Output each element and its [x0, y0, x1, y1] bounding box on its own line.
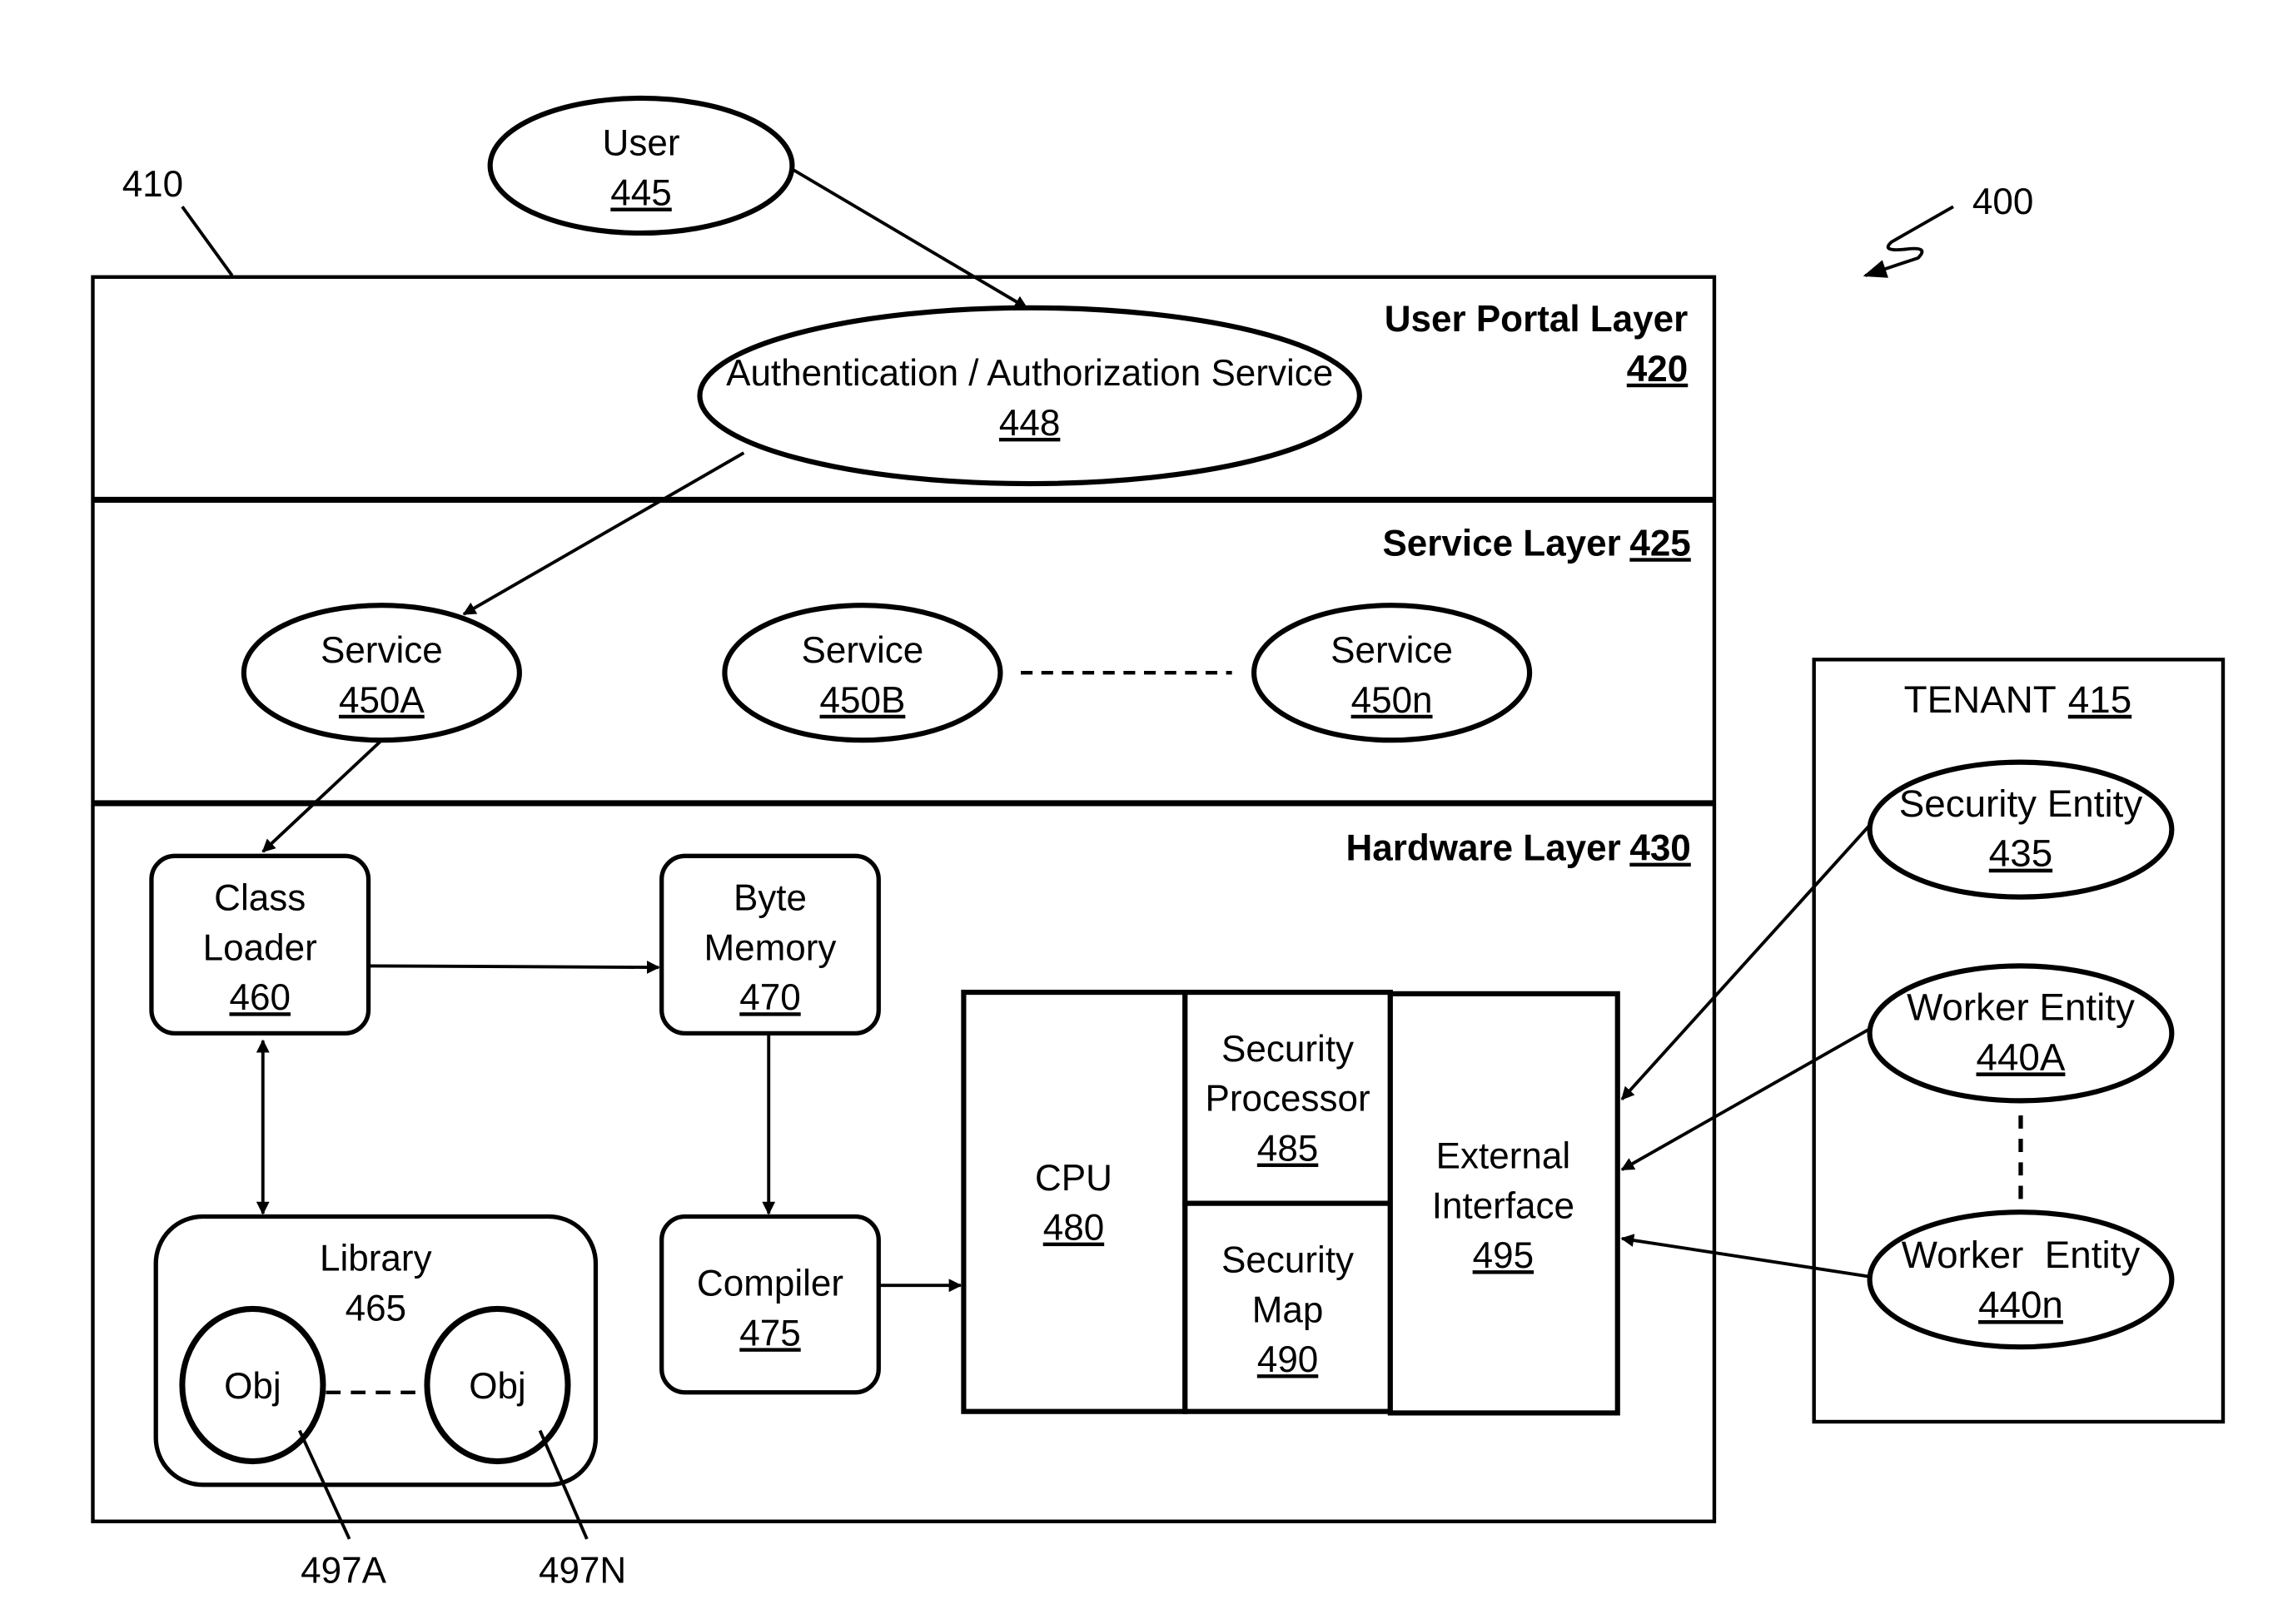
byte-memory-line1: Byte: [734, 877, 807, 918]
security-map-line2: Map: [1252, 1289, 1324, 1330]
obj-497a-label: Obj: [224, 1366, 281, 1407]
security-processor-line2: Processor: [1205, 1079, 1370, 1120]
auth-service-node[interactable]: Authentication / Authorization Service 4…: [697, 305, 1362, 487]
class-loader-node[interactable]: Class Loader 460: [149, 853, 371, 1036]
security-processor-ref: 485: [1257, 1129, 1318, 1170]
service-layer-ref: 425: [1629, 523, 1690, 564]
obj-497a-ref: 497A: [301, 1551, 386, 1592]
cpu-ref: 480: [1043, 1208, 1104, 1249]
library-ref: 465: [346, 1289, 406, 1329]
service-450n-label: Service: [1331, 630, 1453, 671]
auth-service-ellipse: [697, 305, 1362, 487]
hardware-layer-heading: Hardware Layer 430: [1345, 828, 1690, 869]
external-interface-ref: 495: [1473, 1235, 1534, 1276]
security-map-ref: 490: [1257, 1339, 1318, 1380]
user-label: User: [603, 123, 680, 164]
cpu-box: [961, 990, 1188, 1414]
user-portal-layer-ref: 420: [1627, 349, 1688, 390]
service-layer-title: Service Layer: [1382, 523, 1620, 564]
obj-497n-ref: 497N: [539, 1551, 626, 1592]
class-loader-line2: Loader: [203, 927, 317, 968]
obj-497n-label: Obj: [469, 1366, 526, 1407]
byte-memory-line2: Memory: [704, 927, 837, 968]
external-interface-node[interactable]: External Interface 495: [1387, 991, 1620, 1416]
security-processor-line1: Security: [1221, 1029, 1354, 1070]
system-ref-leader: [181, 206, 234, 277]
user-portal-layer-title: User Portal Layer: [1385, 299, 1689, 340]
arrow-class-loader-to-byte-memory: [370, 961, 660, 974]
tenant-group: TENANT 415 Security Entity 435 Worker En…: [1812, 658, 2226, 1424]
cpu-label: CPU: [1035, 1158, 1112, 1199]
security-entity-ref: 435: [1989, 832, 2052, 875]
byte-memory-node[interactable]: Byte Memory 470: [659, 853, 881, 1036]
worker-entity-440n-label: Worker Entity: [1902, 1234, 2141, 1276]
external-interface-line1: External: [1436, 1135, 1570, 1176]
service-450b-ref: 450B: [820, 680, 906, 721]
byte-memory-ref: 470: [739, 977, 800, 1018]
compiler-ref: 475: [739, 1313, 800, 1353]
service-450a-ref: 450A: [339, 680, 425, 721]
security-entity-435-node[interactable]: Security Entity 435: [1867, 759, 2175, 900]
worker-entity-440a-node[interactable]: Worker Entity 440A: [1867, 963, 2175, 1104]
compiler-label: Compiler: [697, 1264, 843, 1304]
squiggle-arrow-icon: [1863, 205, 1954, 278]
compiler-node[interactable]: Compiler 475: [659, 1214, 881, 1395]
figure-ref-label: 400: [1972, 181, 2033, 222]
tenant-label: TENANT: [1904, 678, 2057, 721]
system-diagram: 400 410 User 445 User Portal Layer 420 S…: [91, 95, 2226, 1592]
security-entity-label: Security Entity: [1899, 782, 2143, 825]
tenant-ref: 415: [2068, 678, 2131, 721]
external-interface-line2: Interface: [1432, 1185, 1574, 1226]
class-loader-ref: 460: [229, 977, 290, 1018]
service-450b-node[interactable]: Service 450B: [722, 603, 1003, 743]
auth-service-label: Authentication / Authorization Service: [726, 353, 1333, 394]
worker-entity-440a-label: Worker Entity: [1907, 986, 2135, 1029]
figure-ref-400: 400: [1863, 181, 2033, 278]
security-map-line1: Security: [1221, 1239, 1354, 1280]
auth-service-ref: 448: [999, 403, 1060, 444]
service-450a-node[interactable]: Service 450A: [241, 603, 522, 743]
worker-entity-440n-ref: 440n: [1978, 1284, 2063, 1326]
service-450n-ref: 450n: [1351, 680, 1433, 721]
service-450a-label: Service: [321, 630, 443, 671]
user-ref: 445: [610, 173, 671, 214]
cpu-node[interactable]: CPU 480: [961, 990, 1188, 1414]
system-ref-label: 410: [122, 164, 183, 205]
worker-entity-440a-ref: 440A: [1977, 1035, 2066, 1078]
security-map-node[interactable]: Security Map 490: [1182, 1200, 1393, 1414]
service-450b-label: Service: [802, 630, 924, 671]
hardware-layer-ref: 430: [1629, 828, 1690, 869]
worker-entity-440n-ellipse: [1867, 1209, 2175, 1350]
worker-entity-440n-node[interactable]: Worker Entity 440n: [1867, 1209, 2175, 1350]
class-loader-line1: Class: [214, 877, 306, 918]
service-layer-heading: Service Layer 425: [1382, 523, 1690, 564]
security-processor-node[interactable]: Security Processor 485: [1182, 990, 1393, 1206]
compiler-box: [659, 1214, 881, 1395]
hardware-layer-title: Hardware Layer: [1345, 828, 1620, 869]
user-node[interactable]: User 445: [487, 95, 795, 236]
library-node[interactable]: Library 465 Obj Obj: [153, 1214, 599, 1487]
library-label: Library: [320, 1239, 432, 1279]
service-450n-node[interactable]: Service 450n: [1251, 603, 1533, 743]
